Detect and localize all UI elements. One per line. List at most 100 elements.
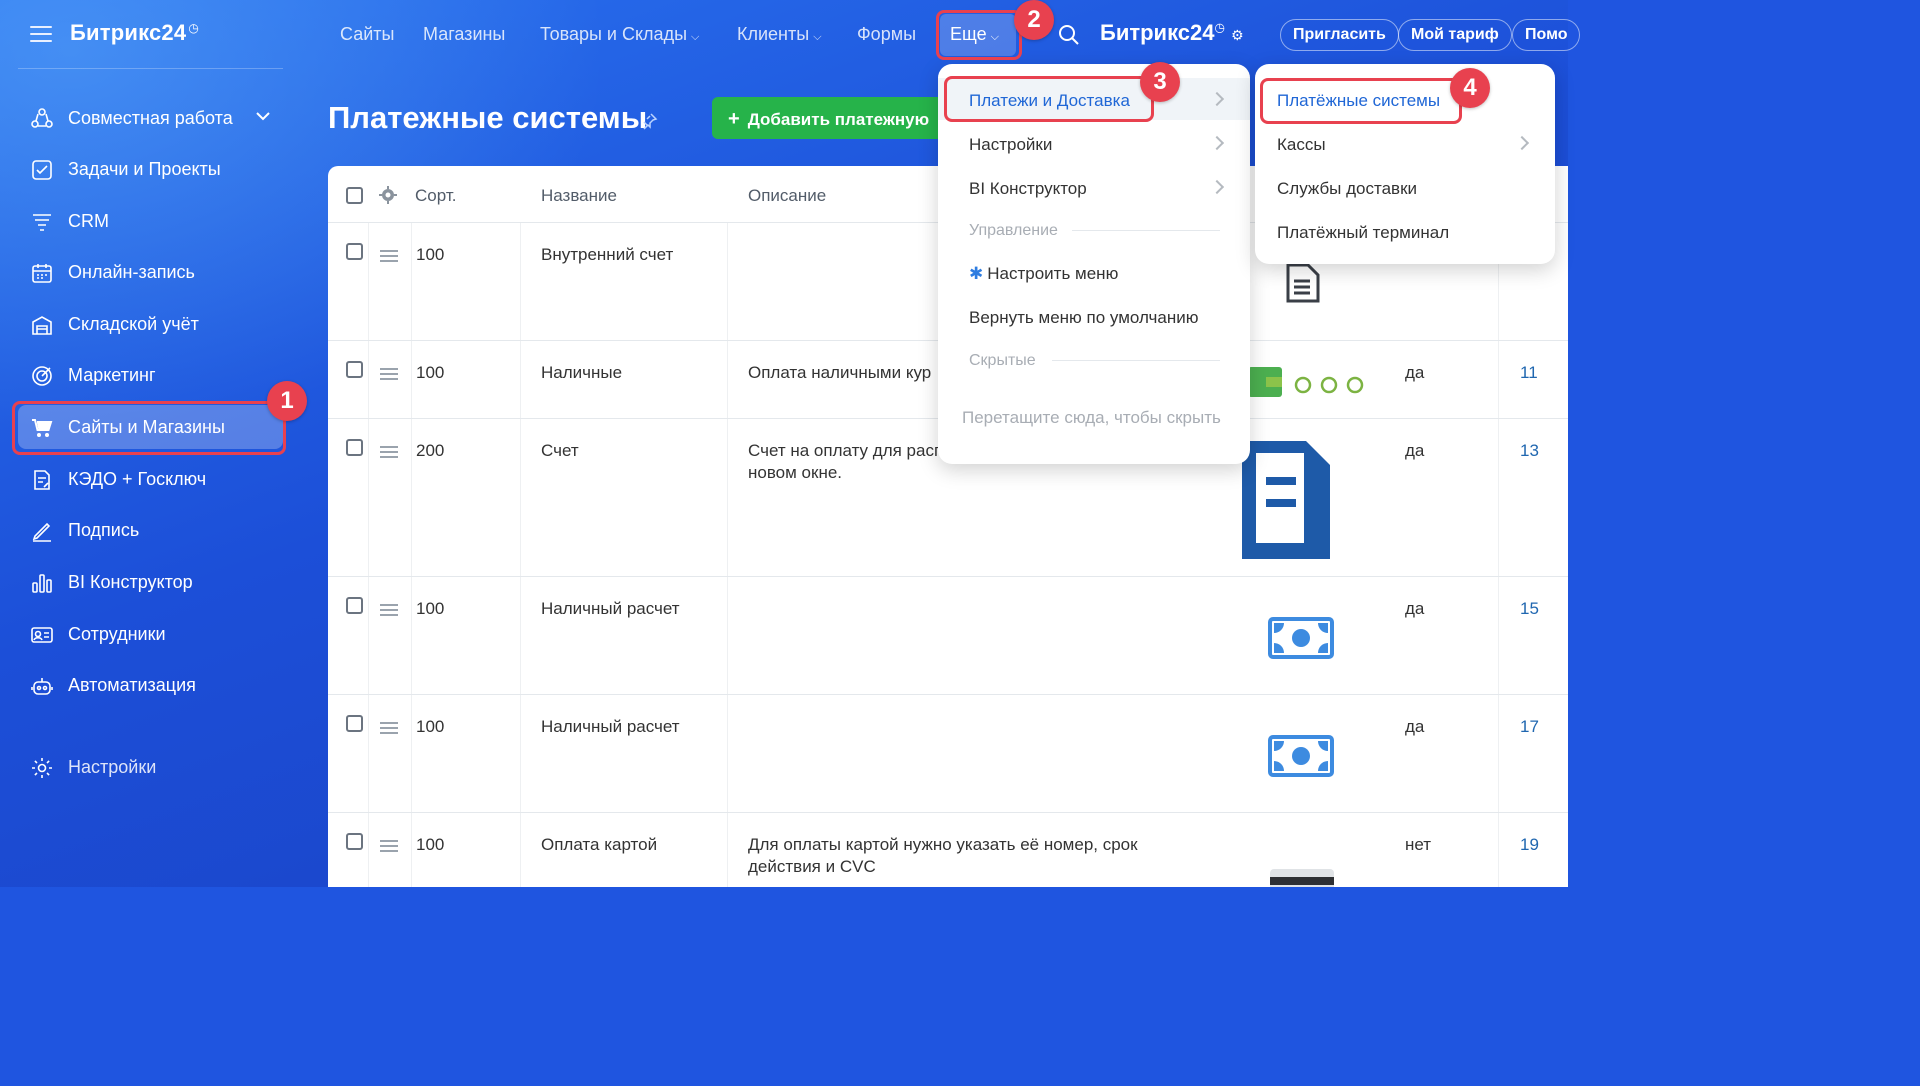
sliders-icon[interactable]: ⚙ — [1231, 27, 1244, 43]
cell-sort: 100 — [416, 363, 445, 382]
cell-description-line2: действия и CVC — [748, 857, 876, 876]
topnav-item-label: Клиенты — [737, 24, 810, 44]
row-checkbox[interactable] — [346, 243, 363, 260]
bar-chart-icon — [32, 574, 52, 593]
select-all-checkbox[interactable] — [346, 187, 363, 204]
gear-icon — [32, 758, 52, 778]
menu-item-reset[interactable]: Вернуть меню по умолчанию — [969, 308, 1198, 328]
add-payment-system-button[interactable]: + Добавить платежную — [712, 97, 952, 139]
column-header-description[interactable]: Описание — [748, 186, 826, 206]
highlight-payment-systems — [1260, 78, 1462, 124]
brand-logo[interactable]: Битрикс24 ◷ — [70, 20, 199, 46]
cell-name[interactable]: Внутренний счет — [541, 245, 673, 265]
sidebar-item-automation[interactable]: Автоматизация — [18, 663, 283, 707]
cell-id-link[interactable]: 11 — [1520, 363, 1538, 383]
table-row[interactable]: 100 Наличный расчет да 17 — [328, 695, 1568, 813]
cell-active: да — [1405, 363, 1425, 382]
page-title: Платежные системы — [328, 100, 648, 135]
sidebar-item-settings[interactable]: Настройки — [18, 745, 283, 789]
sidebar-item-bi[interactable]: BI Конструктор — [18, 560, 283, 604]
search-icon[interactable] — [1058, 24, 1080, 46]
sidebar-item-marketing[interactable]: Маркетинг — [18, 353, 283, 397]
sidebar-item-label: Автоматизация — [68, 675, 196, 695]
drag-handle-icon[interactable] — [380, 840, 398, 852]
cell-active: нет — [1405, 835, 1432, 854]
gear-icon: ✱ — [969, 264, 984, 283]
hamburger-menu-icon[interactable] — [30, 26, 52, 42]
menu-item-bi[interactable]: BI Конструктор — [969, 179, 1087, 199]
cash-logo-icon — [1268, 735, 1334, 777]
table-row[interactable]: 100 Наличный расчет да 15 — [328, 577, 1568, 695]
sidebar-item-collaboration[interactable]: Совместная работа — [18, 96, 283, 140]
topnav-item-sites[interactable]: Сайты — [340, 24, 394, 45]
sidebar-item-label: Онлайн-запись — [68, 262, 195, 282]
cell-name[interactable]: Наличный расчет — [541, 599, 680, 619]
add-button-label: Добавить платежную — [747, 110, 930, 129]
menu-section-hidden: Скрытые — [969, 352, 1036, 369]
menu-item-delivery-services[interactable]: Службы доставки — [1277, 179, 1417, 199]
topnav-item-goods[interactable]: Товары и Склады ⌵ — [540, 24, 699, 45]
annotation-badge-3: 3 — [1140, 62, 1180, 102]
brand-logo-top[interactable]: Битрикс24◷ ⚙ — [1100, 20, 1244, 46]
topnav-item-shops[interactable]: Магазины — [423, 24, 505, 45]
drag-handle-icon[interactable] — [380, 250, 398, 262]
cell-name[interactable]: Наличные — [541, 363, 622, 383]
cell-name[interactable]: Счет — [541, 441, 579, 461]
sidebar-item-booking[interactable]: Онлайн-запись — [18, 250, 283, 294]
cell-description-line1: Счет на оплату для расп — [748, 441, 944, 460]
highlight-payments-delivery — [944, 76, 1154, 122]
topnav-item-clients[interactable]: Клиенты ⌵ — [737, 24, 822, 45]
cell-id-link[interactable]: 19 — [1520, 835, 1539, 855]
collaboration-icon — [31, 108, 53, 128]
cell-id-link[interactable]: 17 — [1520, 717, 1539, 737]
invite-button[interactable]: Пригласить — [1280, 19, 1399, 51]
row-checkbox[interactable] — [346, 715, 363, 732]
cell-id-link[interactable]: 15 — [1520, 599, 1539, 619]
pen-icon — [32, 522, 51, 542]
cell-name[interactable]: Оплата картой — [541, 835, 657, 855]
menu-item-cash-registers[interactable]: Кассы — [1277, 135, 1326, 155]
row-checkbox[interactable] — [346, 597, 363, 614]
sidebar-item-label: Маркетинг — [68, 365, 156, 385]
cell-name[interactable]: Наличный расчет — [541, 717, 680, 737]
sidebar-item-employees[interactable]: Сотрудники — [18, 612, 283, 656]
drag-handle-icon[interactable] — [380, 604, 398, 616]
highlight-more-button — [936, 10, 1022, 60]
gear-icon[interactable] — [379, 186, 397, 204]
sidebar-item-label: Задачи и Проекты — [68, 159, 221, 179]
target-icon — [32, 366, 52, 386]
pin-icon[interactable] — [640, 112, 658, 130]
menu-drop-hint: Перетащите сюда, чтобы скрыть — [962, 408, 1221, 427]
chevron-down-icon[interactable] — [255, 108, 271, 124]
menu-item-configure[interactable]: ✱ Настроить меню — [969, 264, 1118, 284]
column-header-sort[interactable]: Сорт. — [415, 186, 456, 206]
menu-item-settings[interactable]: Настройки — [969, 135, 1052, 155]
row-checkbox[interactable] — [346, 833, 363, 850]
sidebar-item-tasks[interactable]: Задачи и Проекты — [18, 147, 283, 191]
chevron-down-icon: ⌵ — [691, 31, 700, 43]
drag-handle-icon[interactable] — [380, 722, 398, 734]
sidebar-item-crm[interactable]: CRM — [18, 199, 283, 243]
cell-id-link[interactable]: 13 — [1520, 441, 1539, 461]
annotation-badge-1: 1 — [267, 381, 307, 421]
sidebar-header: Битрикс24 ◷ — [0, 0, 300, 70]
document-logo-icon — [1286, 263, 1320, 303]
sidebar-item-signature[interactable]: Подпись — [18, 508, 283, 552]
row-checkbox[interactable] — [346, 439, 363, 456]
menu-item-payment-terminal[interactable]: Платёжный терминал — [1277, 223, 1449, 243]
sidebar-item-label: CRM — [68, 211, 109, 231]
drag-handle-icon[interactable] — [380, 446, 398, 458]
topnav-item-forms[interactable]: Формы — [857, 24, 916, 45]
row-checkbox[interactable] — [346, 361, 363, 378]
sidebar-item-kedo[interactable]: КЭДО + Госключ — [18, 457, 283, 501]
chevron-right-icon — [1209, 179, 1225, 195]
topnav-item-label: Товары и Склады — [540, 24, 688, 44]
help-button[interactable]: Помо — [1512, 19, 1581, 51]
my-tariff-button[interactable]: Мой тариф — [1398, 19, 1512, 51]
more-dropdown-menu: Платежи и Доставка Настройки BI Конструк… — [938, 64, 1250, 464]
sidebar-item-warehouse[interactable]: Складской учёт — [18, 302, 283, 346]
column-header-name[interactable]: Название — [541, 186, 617, 206]
chevron-right-icon — [1514, 135, 1530, 151]
table-row[interactable]: 100 Оплата картой Для оплаты картой нужн… — [328, 813, 1568, 887]
drag-handle-icon[interactable] — [380, 368, 398, 380]
